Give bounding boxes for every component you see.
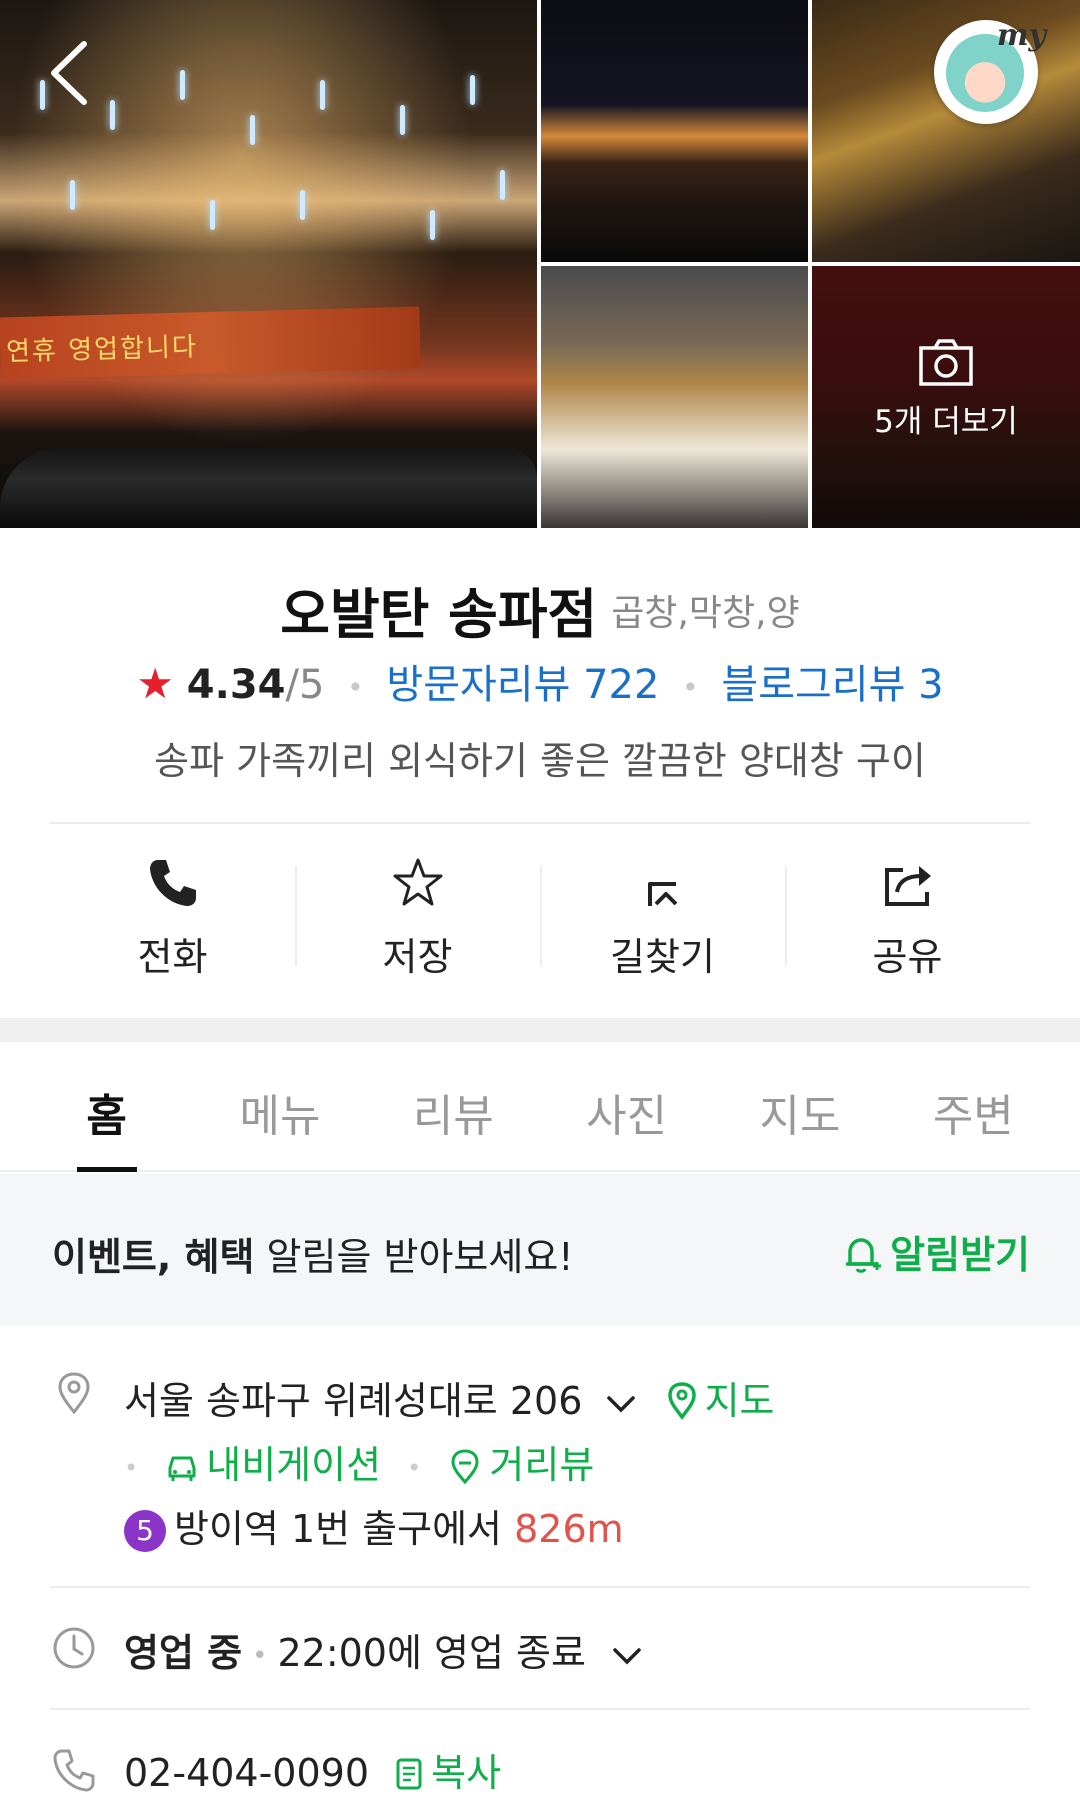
address-row: 서울 송파구 위례성대로 206 지도 [124,1370,774,1425]
notification-banner: 이벤트, 혜택 알림을 받아보세요! 알림받기 [0,1174,1080,1326]
tab-map[interactable]: 지도 [713,1042,886,1170]
phone-number[interactable]: 02-404-0090 [124,1751,369,1795]
save-button[interactable]: 저장 [295,842,540,979]
star-outline-icon [393,858,442,906]
bell-icon [846,1238,882,1273]
notification-message: 이벤트, 혜택 알림을 받아보세요! [52,1235,574,1279]
place-title-row: 오발탄 송파점 곱창,막창,양 [0,570,1080,649]
divider [50,1586,1030,1588]
subway-line-badge: 5 [124,1510,166,1552]
directions-button[interactable]: 길찾기 [540,842,785,979]
location-pin-icon [58,1372,90,1415]
photo-interior-2[interactable] [541,266,808,528]
place-description: 송파 가족끼리 외식하기 좋은 깔끔한 양대창 구이 [154,739,926,783]
section-gap [0,1018,1080,1042]
place-name: 오발탄 송파점 [280,583,598,646]
chevron-down-icon[interactable] [604,1386,638,1420]
car-icon [168,1456,196,1481]
separator-dot: • [252,1640,268,1671]
business-status: 영업 중 [124,1631,243,1675]
tab-reviews[interactable]: 리뷰 [367,1042,540,1170]
rating-row: ★ 4.34/5 • 방문자리뷰 722 • 블로그리뷰 3 [0,652,1080,710]
my-profile-button[interactable]: my [934,18,1046,124]
back-button[interactable] [40,38,100,108]
chevron-left-icon [51,41,87,105]
directions-icon [647,882,677,906]
copy-phone-button[interactable]: 복사 [395,1751,501,1795]
photo-banner: 연휴 영업합니다 [0,306,421,380]
camera-icon [919,339,973,386]
subway-row: 5 방이역 1번 출구에서 826m [124,1498,624,1553]
tab-photos[interactable]: 사진 [540,1042,713,1170]
separator-dot: • [407,1453,422,1482]
action-bar: 전화 저장 길찾기 공유 [50,842,1030,979]
separator-dot: • [347,670,364,704]
navigation-row: • 내비게이션 • 거리뷰 [124,1434,594,1489]
share-button[interactable]: 공유 [785,842,1030,979]
separator-dot: • [124,1453,139,1482]
share-label: 공유 [872,935,943,979]
subscribe-alerts-button[interactable]: 알림받기 [840,1224,1030,1279]
divider [50,822,1030,824]
phone-row: 02-404-0090 복사 [124,1742,501,1797]
clock-icon [53,1627,95,1669]
photo-gallery: 연휴 영업합니다 my 5개 더보기 [0,0,1080,528]
directions-label: 길찾기 [610,935,715,979]
map-pin-icon [667,1382,696,1420]
call-button[interactable]: 전화 [50,842,295,979]
photo-cars [0,448,537,528]
chevron-down-icon[interactable] [610,1638,644,1672]
tab-nearby[interactable]: 주변 [887,1042,1060,1170]
hours-row[interactable]: 영업 중 • 22:00에 영업 종료 [124,1622,644,1677]
blog-reviews-link[interactable]: 블로그리뷰 3 [721,662,943,708]
phone-icon [149,860,196,906]
save-label: 저장 [382,935,453,979]
street-view-icon [451,1449,479,1485]
share-icon [884,866,931,906]
address-text: 서울 송파구 위례성대로 206 [124,1379,583,1423]
copy-icon [396,1758,422,1790]
divider [50,1708,1030,1710]
tab-bar: 홈 메뉴 리뷰 사진 지도 주변 [0,1042,1080,1172]
street-view-link[interactable]: 거리뷰 [447,1443,594,1487]
tab-menu[interactable]: 메뉴 [193,1042,366,1170]
subway-distance: 826m [514,1507,624,1551]
rating-max: /5 [285,662,325,708]
rating-score: 4.34 [186,662,286,708]
navigation-link[interactable]: 내비게이션 [164,1443,393,1487]
separator-dot: • [682,670,699,704]
call-label: 전화 [137,935,208,979]
place-category: 곱창,막창,양 [611,592,800,634]
map-link[interactable]: 지도 [665,1379,774,1423]
subway-station: 방이역 1번 출구에서 [174,1507,515,1551]
visitor-reviews-link[interactable]: 방문자리뷰 722 [386,662,659,708]
phone-outline-icon [53,1749,95,1792]
star-icon: ★ [136,659,175,708]
business-hours: 22:00에 영업 종료 [277,1631,586,1675]
more-photos-label: 5개 더보기 [874,404,1018,440]
tab-home[interactable]: 홈 [20,1042,193,1170]
photo-exterior[interactable] [541,0,808,262]
more-photos-button[interactable]: 5개 더보기 [812,338,1080,441]
my-label: my [996,18,1046,53]
